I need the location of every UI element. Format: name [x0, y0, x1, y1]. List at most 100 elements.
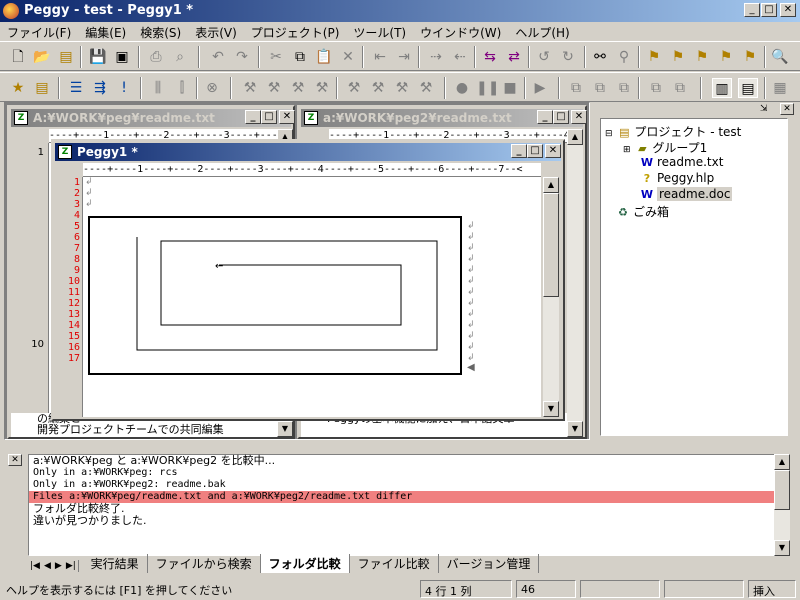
grep-icon[interactable]: 🔍 — [770, 47, 790, 67]
bookmark-prev-icon[interactable]: ⚑ — [692, 47, 712, 67]
tree-node-root[interactable]: ⊟ ▤ プロジェクト - test — [605, 123, 741, 140]
build-4-icon[interactable]: ⚒ — [416, 78, 436, 98]
active-editor[interactable]: ↲ ↲ ↲ ↲ ↲ ↲ ↲ ↲ ↲ ↲ ↲ ↲ ↲ ↲ ↲ ↲ ◀ ← — [83, 177, 541, 417]
right-scroll-up-button[interactable]: ▲ — [567, 129, 583, 145]
print-preview-icon[interactable]: ⌕ — [170, 47, 190, 67]
compare-next-icon[interactable]: ⇄ — [504, 47, 524, 67]
save-all-icon[interactable]: ▣ — [112, 47, 132, 67]
list-add-icon[interactable]: ⇶ — [90, 78, 110, 98]
undo-icon[interactable]: ↶ — [208, 47, 228, 67]
menu-window[interactable]: ウインドウ(W) — [413, 22, 508, 41]
child-window-left-titlebar[interactable]: Z A:¥WORK¥peg¥readme.txt _ □ ✕ — [11, 109, 295, 127]
bookmark-clear-icon[interactable]: ⚑ — [716, 47, 736, 67]
jump-icon[interactable]: ⇢ — [426, 47, 446, 67]
right-scroll-down-button[interactable]: ▼ — [567, 421, 583, 437]
active-scroll-down-button[interactable]: ▼ — [543, 401, 559, 417]
tab-nav-prev-icon[interactable]: ◀ — [42, 560, 53, 572]
project-tree[interactable]: ⊟ ▤ プロジェクト - test ⊞ ▰ グループ1 Wreadme.txt ? P… — [600, 118, 788, 436]
project-panel-close-button[interactable]: ✕ — [780, 103, 794, 115]
project-window-toggle-icon[interactable]: ▥ — [712, 78, 732, 98]
menu-search[interactable]: 検索(S) — [133, 22, 188, 41]
project-folder-icon[interactable]: ▤ — [32, 78, 52, 98]
right-minimize-button[interactable]: _ — [537, 110, 553, 124]
left-minimize-button[interactable]: _ — [245, 110, 261, 124]
tab-nav-last-icon[interactable]: ▶| — [64, 560, 79, 572]
child-window-active-titlebar[interactable]: Z Peggy1 * _ □ ✕ — [55, 143, 561, 161]
menu-tools[interactable]: ツール(T) — [346, 22, 413, 41]
build-1-icon[interactable]: ⚒ — [344, 78, 364, 98]
window-cascade-icon[interactable]: ⧉ — [670, 78, 690, 98]
menu-edit[interactable]: 編集(E) — [78, 22, 133, 41]
active-scroll-up-button[interactable]: ▲ — [543, 177, 559, 193]
pause-icon[interactable]: ❚❚ — [476, 78, 499, 98]
maximize-button[interactable]: □ — [761, 3, 777, 17]
replace-icon[interactable]: ↻ — [558, 47, 578, 67]
play-icon[interactable]: ▶ — [530, 78, 550, 98]
tab-find-in-files[interactable]: ファイルから検索 — [148, 554, 261, 573]
tree-node-readme-doc[interactable]: Wreadme.doc — [639, 187, 733, 202]
hammer-1-icon[interactable]: ⚒ — [240, 78, 260, 98]
tab-folder-compare[interactable]: フォルダ比較 — [260, 554, 350, 573]
binoculars-icon[interactable]: ⚯ — [590, 47, 610, 67]
output-scroll-up-button[interactable]: ▲ — [774, 454, 790, 470]
menu-project[interactable]: プロジェクト(P) — [244, 22, 347, 41]
output-text[interactable]: a:¥WORK¥peg と a:¥WORK¥peg2 を比較中... Only … — [28, 454, 780, 556]
minimize-button[interactable]: _ — [744, 3, 760, 17]
close-button[interactable]: ✕ — [780, 3, 796, 17]
panel-pin-icon[interactable]: ⇲ — [760, 104, 774, 116]
app-icon[interactable] — [3, 3, 19, 19]
tab-nav-first-icon[interactable]: |◀ — [28, 560, 42, 572]
right-close-button[interactable]: ✕ — [571, 110, 587, 124]
indent-icon[interactable]: ⇤ — [370, 47, 390, 67]
tab-run-results[interactable]: 実行結果 — [83, 554, 148, 573]
tree-node-group[interactable]: ⊞ ▰ グループ1 — [623, 139, 707, 156]
macro-3-icon[interactable]: ⧉ — [614, 78, 634, 98]
stop-circle-icon[interactable]: ⊗ — [202, 78, 222, 98]
left-scroll-down-button[interactable]: ▼ — [277, 421, 293, 437]
tree-node-readme-txt[interactable]: Wreadme.txt — [639, 155, 724, 170]
list-error-icon[interactable]: ! — [114, 78, 134, 98]
output-close-button[interactable]: ✕ — [8, 454, 22, 466]
open-project-icon[interactable]: ▤ — [56, 47, 76, 67]
print-icon[interactable]: ⎙ — [146, 47, 166, 67]
output-vertical-scrollbar[interactable]: ▲ ▼ — [774, 454, 790, 556]
split-icon[interactable]: ⫿ — [172, 78, 192, 98]
active-close-button[interactable]: ✕ — [545, 144, 561, 158]
delete-icon[interactable]: ✕ — [338, 47, 358, 67]
tab-file-compare[interactable]: ファイル比較 — [350, 554, 439, 573]
jump-back-icon[interactable]: ⇠ — [450, 47, 470, 67]
list-icon[interactable]: ☰ — [66, 78, 86, 98]
record-icon[interactable]: ● — [452, 78, 472, 98]
hammer-2-icon[interactable]: ⚒ — [264, 78, 284, 98]
menu-help[interactable]: ヘルプ(H) — [508, 22, 576, 41]
build-3-icon[interactable]: ⚒ — [392, 78, 412, 98]
active-vertical-scrollbar[interactable]: ▲ ▼ — [543, 177, 559, 417]
unindent-icon[interactable]: ⇥ — [394, 47, 414, 67]
macro-1-icon[interactable]: ⧉ — [566, 78, 586, 98]
window-tile-icon[interactable]: ⧉ — [646, 78, 666, 98]
paste-icon[interactable]: 📋 — [314, 47, 334, 67]
bookmark-next-icon[interactable]: ⚑ — [668, 47, 688, 67]
copy-icon[interactable]: ⧉ — [290, 47, 310, 67]
right-vertical-scrollbar[interactable]: ▲ ▼ — [567, 129, 583, 437]
bookmark-icon[interactable]: ⚑ — [644, 47, 664, 67]
hammer-3-icon[interactable]: ⚒ — [288, 78, 308, 98]
cut-icon[interactable]: ✂ — [266, 47, 286, 67]
macro-2-icon[interactable]: ⧉ — [590, 78, 610, 98]
menu-view[interactable]: 表示(V) — [188, 22, 244, 41]
merge-icon[interactable]: ⫼ — [148, 78, 168, 98]
compare-icon[interactable]: ⇆ — [480, 47, 500, 67]
redo-icon[interactable]: ↷ — [232, 47, 252, 67]
find-next-icon[interactable]: ⚲ — [614, 47, 634, 67]
right-maximize-button[interactable]: □ — [553, 110, 569, 124]
bookmark-list-icon[interactable]: ⚑ — [740, 47, 760, 67]
left-maximize-button[interactable]: □ — [261, 110, 277, 124]
build-2-icon[interactable]: ⚒ — [368, 78, 388, 98]
active-scroll-thumb[interactable] — [543, 193, 559, 297]
stop-icon[interactable]: ■ — [500, 78, 520, 98]
child-window-right-titlebar[interactable]: Z a:¥WORK¥peg2¥readme.txt _ □ ✕ — [301, 109, 587, 127]
tab-version-control[interactable]: バージョン管理 — [439, 554, 540, 573]
find-icon[interactable]: ↺ — [534, 47, 554, 67]
options-icon[interactable]: ▦ — [770, 78, 790, 98]
open-folder-icon[interactable]: 📂 — [32, 47, 52, 67]
